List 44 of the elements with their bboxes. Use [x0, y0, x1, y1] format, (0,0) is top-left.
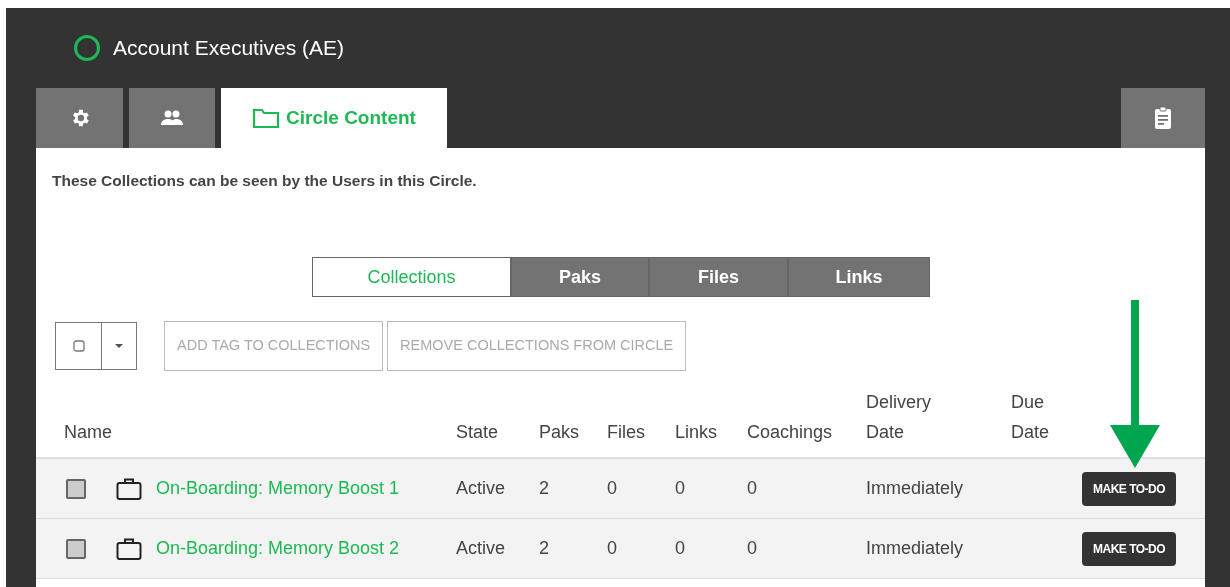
clipboard-icon	[1154, 106, 1172, 130]
column-header: Files	[607, 421, 646, 445]
table-cell-text: 0	[747, 477, 758, 501]
circle-icon	[73, 34, 101, 62]
make-todo-button[interactable]: MAKE TO-DO	[1082, 471, 1177, 506]
description-text: These Collections can be seen by the Users in this Circle.	[51, 171, 478, 191]
collection-link[interactable]: On-Boarding: Memory Boost 1	[156, 475, 400, 503]
table-cell-text: 0	[675, 537, 686, 561]
column-header: Name	[64, 421, 113, 445]
table-cell-text: 2	[539, 477, 550, 501]
circle-title: Account Executives (AE)	[113, 35, 345, 62]
segment-tab[interactable]: Paks	[511, 257, 649, 298]
caret-icon	[114, 343, 124, 350]
briefcase-icon	[116, 536, 142, 561]
table-cell-text: Active	[456, 477, 507, 501]
segment-tab[interactable]: Collections	[312, 257, 511, 298]
table-cell-text: 0	[607, 537, 618, 561]
folder-icon	[252, 107, 281, 129]
column-header: Due Date	[1011, 391, 1051, 445]
select-all-dropdown[interactable]	[55, 322, 137, 371]
column-header: Delivery Date	[866, 391, 932, 445]
tab[interactable]	[36, 88, 123, 148]
row-checkbox[interactable]	[66, 478, 86, 499]
briefcase-icon	[116, 476, 142, 501]
column-header: State	[456, 421, 500, 445]
table-cell-text: Active	[456, 537, 507, 561]
table-cell-text: 0	[675, 477, 686, 501]
people-icon	[159, 108, 185, 128]
side-tab-button[interactable]	[1121, 88, 1205, 148]
segment-tab[interactable]: Links	[788, 257, 930, 298]
table-cell-text: 0	[607, 477, 618, 501]
segment-tab[interactable]: Files	[649, 257, 788, 298]
make-todo-button[interactable]: MAKE TO-DO	[1082, 531, 1177, 566]
table-cell-text: 0	[747, 537, 758, 561]
tab[interactable]: Circle Content	[221, 88, 447, 148]
table-cell-text: 2	[539, 537, 550, 561]
tab[interactable]	[129, 88, 215, 148]
row-checkbox[interactable]	[66, 538, 86, 559]
table-cell-text: Immediately	[866, 537, 965, 561]
table-cell-text: Immediately	[866, 477, 965, 501]
collection-link[interactable]: On-Boarding: Memory Boost 2	[156, 535, 400, 563]
column-header: Paks	[539, 421, 581, 445]
column-header: Links	[675, 421, 719, 445]
column-header: Coachings	[747, 421, 834, 445]
